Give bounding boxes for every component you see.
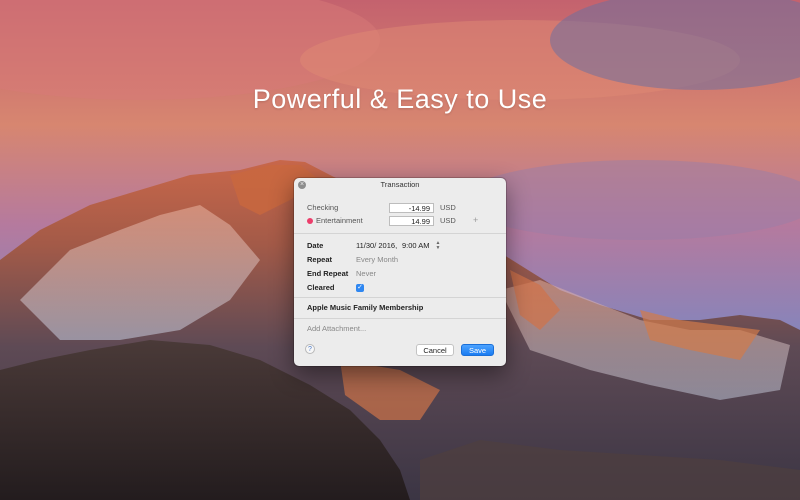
save-button[interactable]: Save xyxy=(461,344,494,356)
category-color-dot xyxy=(307,217,313,224)
divider xyxy=(294,233,506,234)
category-label: Entertainment xyxy=(316,216,363,225)
headline: Powerful & Easy to Use xyxy=(252,84,548,114)
close-icon[interactable]: × xyxy=(298,181,306,189)
account-currency: USD xyxy=(440,203,456,212)
category-currency: USD xyxy=(440,216,456,225)
add-split-button[interactable]: + xyxy=(473,215,478,225)
dialog-titlebar: × Transaction xyxy=(294,178,506,192)
time-value[interactable]: 9:00 AM xyxy=(402,240,430,252)
divider xyxy=(294,297,506,298)
cleared-label: Cleared xyxy=(307,283,335,292)
end-repeat-value[interactable]: Never xyxy=(356,268,376,280)
divider xyxy=(294,318,506,319)
date-label: Date xyxy=(307,241,324,250)
add-attachment-field[interactable]: Add Attachment... xyxy=(307,323,366,335)
repeat-label: Repeat xyxy=(307,255,333,264)
category-amount-field[interactable]: 14.99 xyxy=(389,216,434,226)
date-stepper-icon[interactable]: ▲ ▼ xyxy=(435,241,441,251)
date-value[interactable]: 11/30/ 2016, xyxy=(356,240,397,252)
transaction-dialog: × Transaction Checking -14.99 USD Entert… xyxy=(294,178,506,366)
end-repeat-label: End Repeat xyxy=(307,269,349,278)
payee-field[interactable]: Apple Music Family Membership xyxy=(307,302,423,314)
account-amount-field[interactable]: -14.99 xyxy=(389,203,434,213)
cancel-button[interactable]: Cancel xyxy=(416,344,454,356)
dialog-title: Transaction xyxy=(380,180,420,189)
repeat-value[interactable]: Every Month xyxy=(356,254,398,266)
account-label[interactable]: Checking xyxy=(307,202,338,214)
help-button[interactable]: ? xyxy=(305,344,315,354)
category-row[interactable]: Entertainment xyxy=(307,215,363,227)
cleared-checkbox[interactable]: ✓ xyxy=(356,284,364,292)
